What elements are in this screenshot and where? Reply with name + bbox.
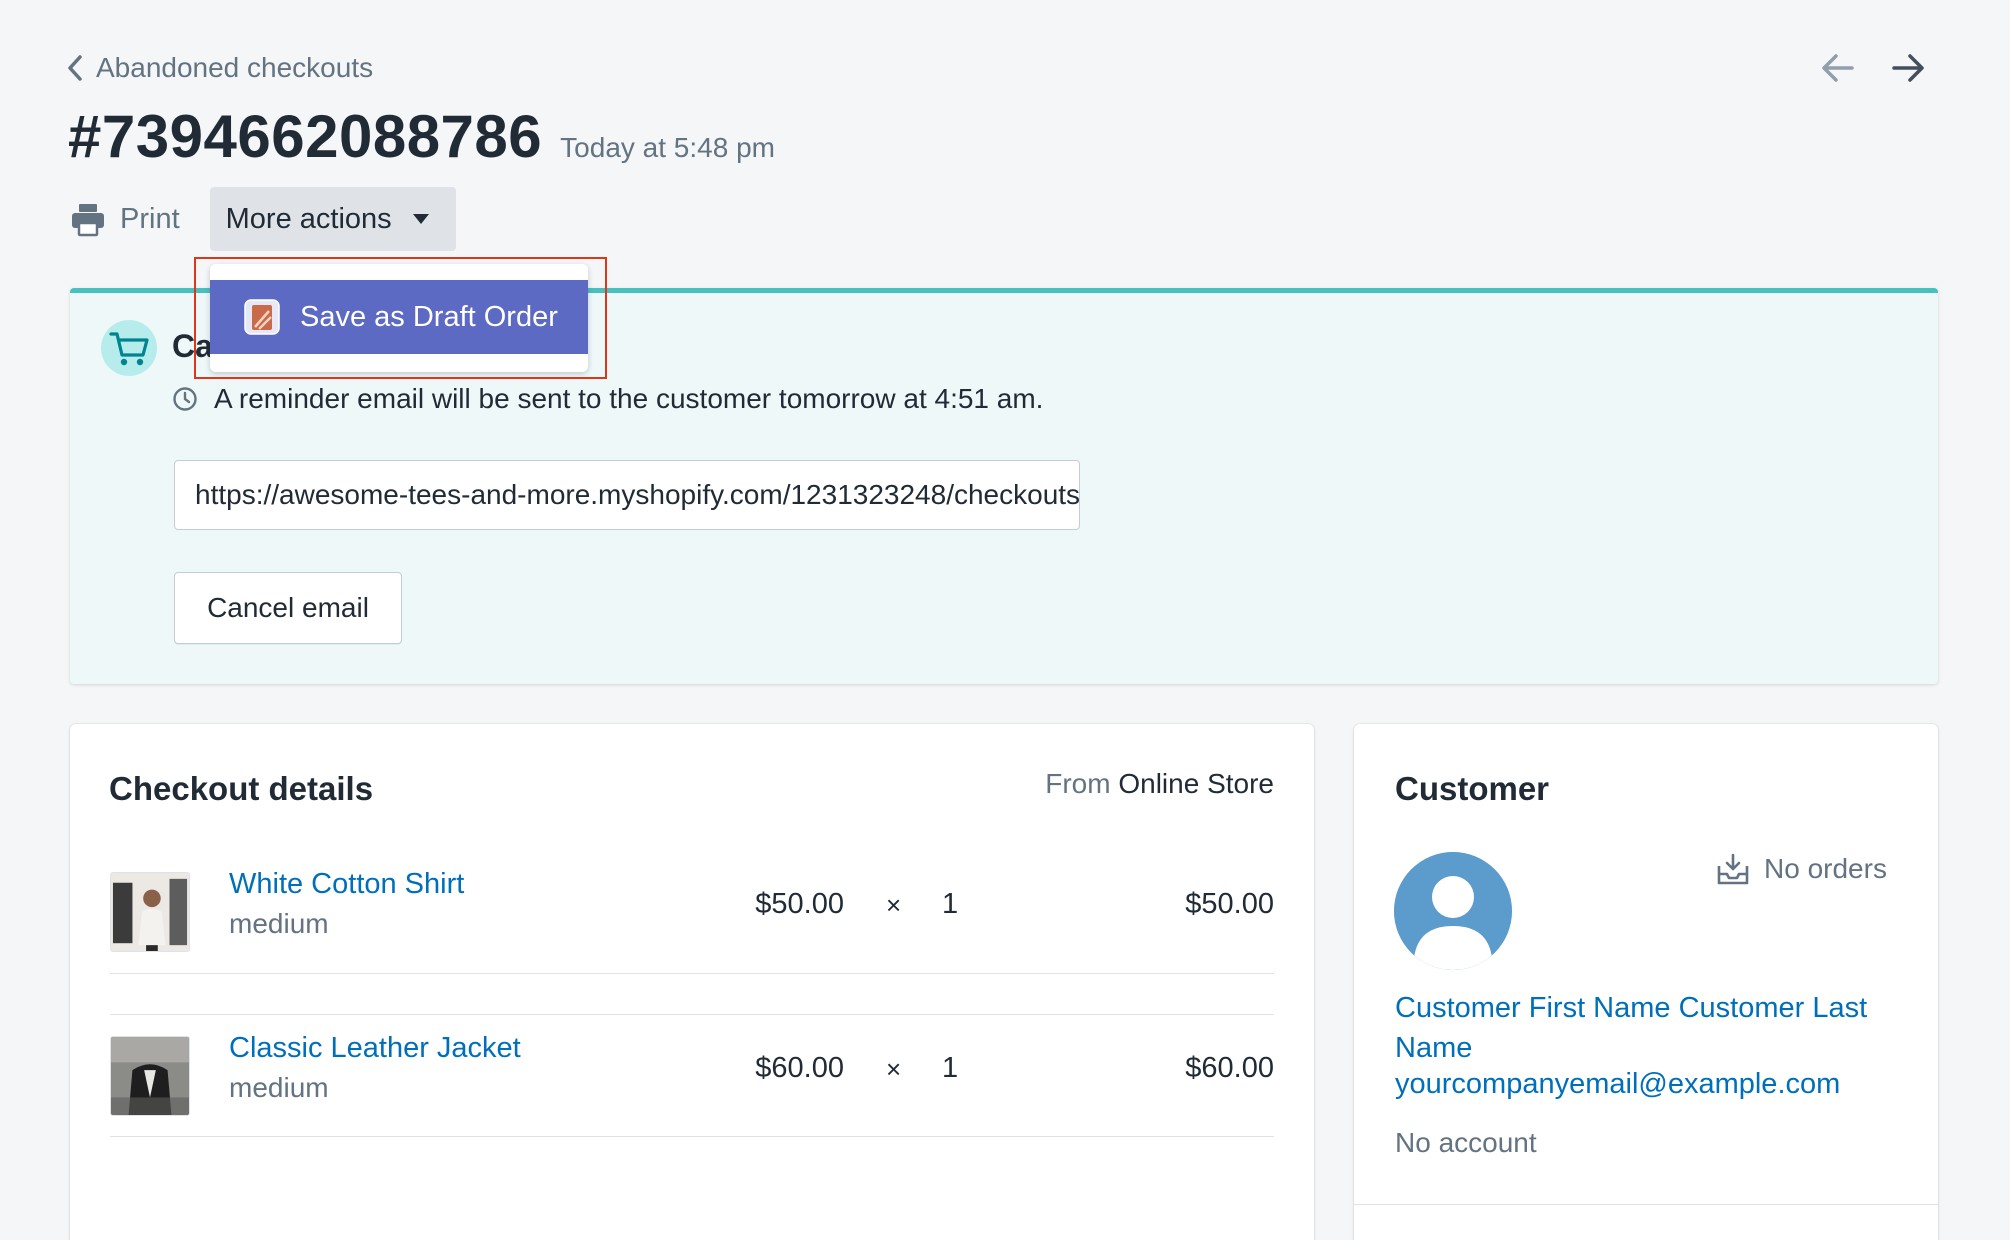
pagination — [1818, 48, 1928, 88]
orders-count: No orders — [1716, 852, 1887, 886]
arrow-left-icon[interactable] — [1818, 48, 1858, 88]
unit-price: $50.00 — [755, 888, 844, 920]
quantity: 1 — [942, 1052, 959, 1084]
cart-icon — [101, 320, 157, 376]
more-actions-label: More actions — [225, 202, 392, 235]
from-store: Online Store — [1118, 768, 1274, 799]
customer-email-link[interactable]: yourcompanyemail@example.com — [1395, 1068, 1840, 1101]
print-button[interactable]: Print — [70, 201, 180, 237]
unit-price: $60.00 — [755, 1052, 844, 1084]
product-thumbnail[interactable] — [110, 872, 190, 952]
line-item: White Cotton Shirt medium $50.00 × 1 $50… — [110, 854, 1274, 974]
quantity: 1 — [942, 888, 959, 920]
customer-heading: Customer — [1395, 770, 1550, 807]
highlight-box — [194, 257, 607, 379]
chevron-left-icon — [68, 55, 82, 81]
customer-name-link[interactable]: Customer First Name Customer Last Name — [1395, 988, 1895, 1068]
product-variant: medium — [229, 1072, 329, 1103]
inbox-download-icon — [1717, 853, 1749, 885]
cancel-email-button[interactable]: Cancel email — [174, 572, 402, 644]
line-total: $50.00 — [1185, 888, 1274, 920]
product-name-link[interactable]: White Cotton Shirt — [229, 868, 464, 901]
reminder-text: A reminder email will be sent to the cus… — [172, 383, 1043, 415]
checkout-source: From Online Store — [1040, 768, 1274, 800]
line-total: $60.00 — [1185, 1052, 1274, 1084]
avatar — [1394, 852, 1512, 970]
multiply-sign: × — [886, 1054, 902, 1084]
checkout-url-field[interactable]: https://awesome-tees-and-more.myshopify.… — [174, 460, 1080, 530]
clock-icon — [173, 387, 197, 411]
product-name-link[interactable]: Classic Leather Jacket — [229, 1032, 521, 1065]
reminder-label: A reminder email will be sent to the cus… — [214, 383, 1044, 414]
line-item: Classic Leather Jacket medium $60.00 × 1… — [110, 1018, 1274, 1138]
page-subtitle: Today at 5:48 pm — [560, 132, 775, 163]
print-label: Print — [120, 202, 180, 235]
breadcrumb[interactable]: Abandoned checkouts — [66, 48, 373, 88]
more-actions-button[interactable]: More actions — [209, 187, 456, 251]
breadcrumb-label[interactable]: Abandoned checkouts — [96, 52, 373, 84]
product-thumbnail[interactable] — [110, 1036, 190, 1116]
from-prefix: From — [1045, 768, 1111, 799]
multiply-sign: × — [886, 890, 902, 920]
title-row: #7394662088786 Today at 5:48 pm — [68, 102, 775, 171]
action-bar: Print More actions — [70, 187, 456, 251]
printer-icon — [72, 204, 104, 237]
account-status: No account — [1395, 1127, 1537, 1158]
customer-divider — [1354, 1204, 1938, 1205]
page-title: #7394662088786 — [68, 103, 543, 170]
line-divider — [110, 1014, 1274, 1015]
arrow-right-icon[interactable] — [1888, 48, 1928, 88]
line-divider — [110, 1136, 1274, 1137]
checkout-details-heading: Checkout details — [109, 770, 374, 807]
product-variant: medium — [229, 908, 329, 939]
caret-down-icon — [412, 214, 429, 224]
orders-label: No orders — [1764, 853, 1887, 884]
line-divider — [110, 973, 1274, 974]
